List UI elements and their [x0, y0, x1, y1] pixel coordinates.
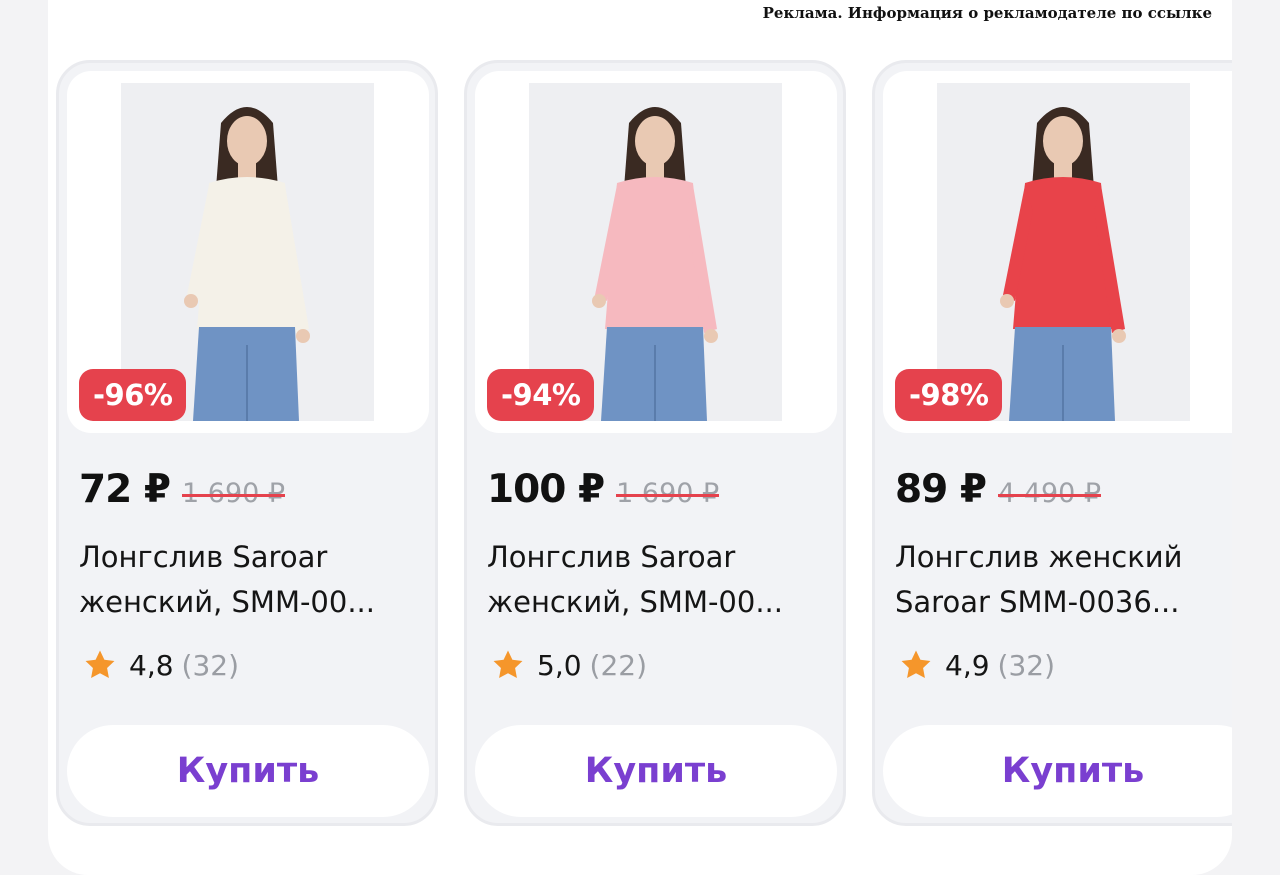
product-card[interactable]: -94% 100 ₽ 1 690 ₽ Лонгслив Saroar женск…: [464, 60, 846, 826]
product-title[interactable]: Лонгслив женский Saroar SMM-0036...: [895, 535, 1232, 625]
product-title[interactable]: Лонгслив Saroar женский, SMM-00...: [487, 535, 837, 625]
product-image-box[interactable]: -96%: [67, 71, 429, 433]
rating-row: 4,8 (32): [83, 645, 239, 685]
rating-row: 4,9 (32): [899, 645, 1055, 685]
discount-badge: -96%: [79, 369, 187, 421]
old-price: 1 690 ₽: [616, 478, 720, 509]
buy-button[interactable]: Купить: [475, 725, 837, 817]
discount-badge: -98%: [895, 369, 1003, 421]
review-count: (32): [997, 648, 1056, 682]
old-price: 1 690 ₽: [182, 478, 286, 509]
product-image-box[interactable]: -98%: [883, 71, 1232, 433]
rating-value: 4,9: [945, 648, 990, 682]
product-title-line: Лонгслив Saroar: [487, 540, 736, 574]
discount-badge: -94%: [487, 369, 595, 421]
review-count: (22): [589, 648, 648, 682]
star-icon: [85, 650, 115, 679]
product-title-line: Лонгслив Saroar: [79, 540, 328, 574]
current-price: 72 ₽: [79, 467, 171, 512]
price-row: 89 ₽ 4 490 ₽: [895, 467, 1102, 515]
price-row: 100 ₽ 1 690 ₽: [487, 467, 720, 515]
star-icon: [493, 650, 523, 679]
review-count: (32): [181, 648, 240, 682]
current-price: 100 ₽: [487, 467, 605, 512]
ad-carousel-panel: Реклама. Информация о рекламодателе по с…: [48, 0, 1232, 875]
product-image-box[interactable]: -94%: [475, 71, 837, 433]
star-icon: [901, 650, 931, 679]
old-price: 4 490 ₽: [998, 478, 1102, 509]
product-title-line: Лонгслив женский: [895, 540, 1183, 574]
rating-value: 5,0: [537, 648, 582, 682]
product-title-line: Saroar SMM-0036...: [895, 585, 1180, 619]
price-row: 72 ₽ 1 690 ₽: [79, 467, 286, 515]
ad-disclaimer-link[interactable]: Реклама. Информация о рекламодателе по с…: [763, 4, 1212, 22]
product-title[interactable]: Лонгслив Saroar женский, SMM-00...: [79, 535, 429, 625]
buy-button[interactable]: Купить: [883, 725, 1232, 817]
product-card[interactable]: -96% 72 ₽ 1 690 ₽ Лонгслив Saroar женски…: [56, 60, 438, 826]
buy-button[interactable]: Купить: [67, 725, 429, 817]
rating-value: 4,8: [129, 648, 174, 682]
rating-row: 5,0 (22): [491, 645, 647, 685]
current-price: 89 ₽: [895, 467, 987, 512]
product-title-line: женский, SMM-00...: [487, 585, 783, 619]
product-card[interactable]: -98% 89 ₽ 4 490 ₽ Лонгслив женский Saroa…: [872, 60, 1232, 826]
product-title-line: женский, SMM-00...: [79, 585, 375, 619]
